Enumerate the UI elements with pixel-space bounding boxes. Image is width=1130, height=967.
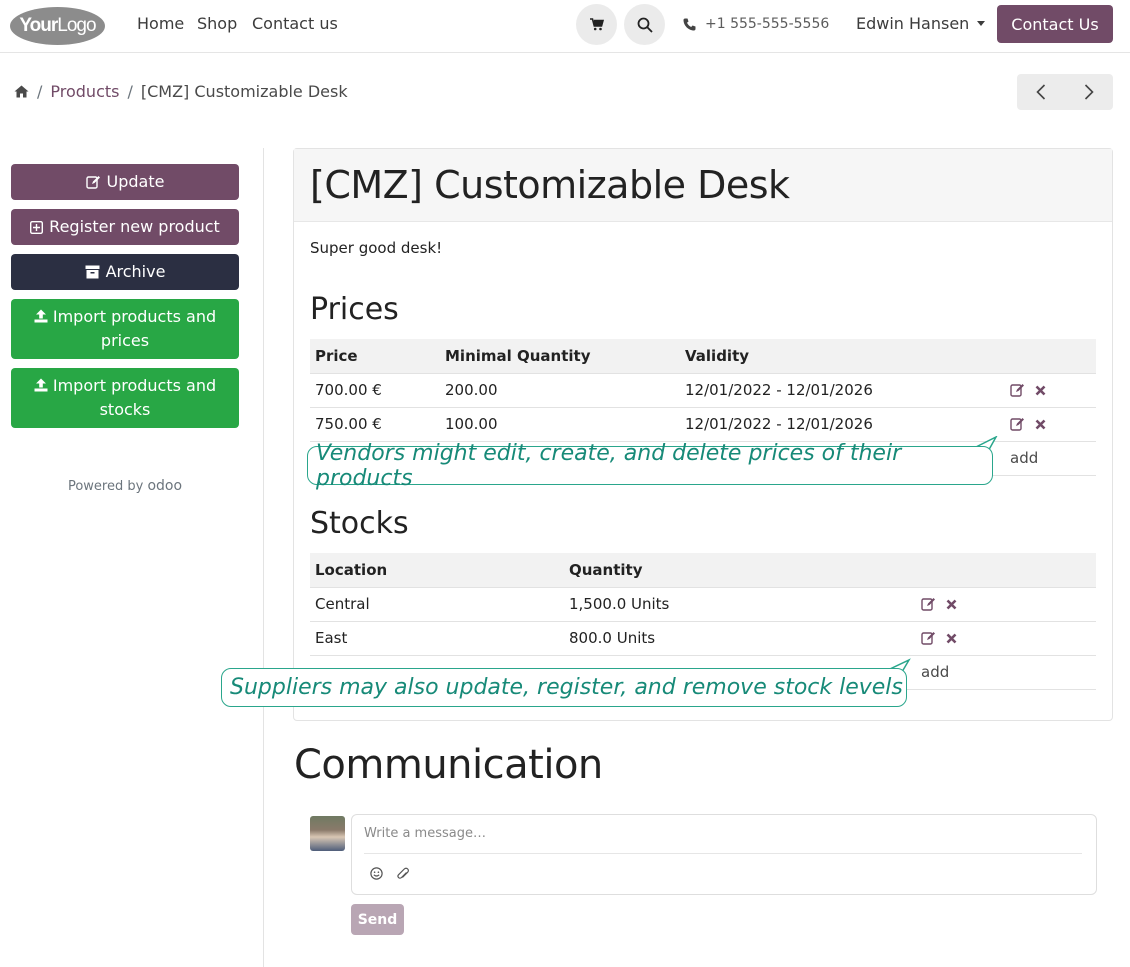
delete-icon[interactable] (1035, 385, 1046, 396)
table-header-row: Price Minimal Quantity Validity (310, 339, 1096, 373)
import-prices-button[interactable]: Import products and prices (11, 299, 239, 359)
table-row: Central 1,500.0 Units (310, 586, 1096, 621)
column-header: Location (310, 553, 564, 587)
import-stocks-label: Import products and stocks (52, 376, 217, 419)
emoji-icon[interactable] (370, 867, 383, 880)
validity-cell: 12/01/2022 - 12/01/2026 (680, 372, 1005, 407)
phone-icon (683, 18, 696, 30)
contact-us-button[interactable]: Contact Us (997, 5, 1113, 43)
row-actions (1005, 372, 1096, 407)
breadcrumb-current: [CMZ] Customizable Desk (140, 82, 348, 101)
product-card: [CMZ] Customizable Desk Super good desk!… (293, 148, 1113, 721)
user-menu[interactable]: Edwin Hansen (856, 14, 986, 33)
next-button[interactable] (1065, 74, 1113, 110)
prices-annotation: Vendors might edit, create, and delete p… (307, 441, 993, 491)
add-price-link[interactable]: add (1010, 449, 1038, 467)
edit-icon[interactable] (921, 597, 936, 611)
odoo-link[interactable]: odoo (147, 478, 182, 494)
row-actions (1005, 406, 1096, 441)
powered-by: Powered by odoo (67, 478, 183, 494)
message-input[interactable]: Write a message… (364, 826, 486, 841)
nav-home[interactable]: Home (137, 14, 184, 33)
upload-icon (34, 309, 48, 323)
row-actions (916, 620, 1096, 655)
phone-link[interactable]: +1 555-555-5556 (683, 16, 829, 32)
stocks-heading: Stocks (310, 506, 409, 541)
column-header-actions (916, 553, 1096, 587)
archive-button[interactable]: Archive (11, 254, 239, 290)
edit-icon[interactable] (1010, 417, 1025, 431)
user-name: Edwin Hansen (856, 14, 970, 33)
cart-icon (589, 18, 604, 31)
phone-number: +1 555-555-5556 (705, 16, 830, 32)
paperclip-icon[interactable] (397, 867, 410, 881)
column-header: Minimal Quantity (440, 339, 680, 373)
product-title: [CMZ] Customizable Desk (310, 163, 790, 207)
message-composer[interactable]: Write a message… (351, 814, 1097, 895)
update-button[interactable]: Update (11, 164, 239, 200)
quantity-cell: 200.00 (440, 372, 680, 407)
nav-shop[interactable]: Shop (197, 14, 237, 33)
table-header-row: Location Quantity (310, 553, 1096, 587)
record-pager (1017, 74, 1113, 110)
row-actions (916, 586, 1096, 621)
upload-icon (34, 378, 48, 392)
card-header: [CMZ] Customizable Desk (294, 149, 1112, 222)
previous-button[interactable] (1017, 74, 1065, 110)
column-header-actions (1005, 339, 1096, 373)
prices-heading: Prices (310, 292, 399, 327)
sidebar-divider (263, 148, 264, 967)
column-header: Price (310, 339, 440, 373)
import-prices-label-wrap: Import products and prices (31, 305, 219, 353)
location-cell: Central (310, 586, 564, 621)
location-cell: East (310, 620, 564, 655)
column-header: Quantity (564, 553, 916, 587)
edit-icon[interactable] (921, 631, 936, 645)
import-stocks-label-wrap: Import products and stocks (31, 374, 219, 422)
breadcrumb-products[interactable]: Products (50, 82, 119, 101)
archive-icon (85, 265, 100, 279)
edit-icon[interactable] (1010, 383, 1025, 397)
validity-cell: 12/01/2022 - 12/01/2026 (680, 406, 1005, 441)
breadcrumb-separator: / (127, 82, 133, 101)
delete-icon[interactable] (946, 599, 957, 610)
product-description: Super good desk! (310, 239, 443, 257)
stocks-annotation: Suppliers may also update, register, and… (221, 668, 907, 707)
quantity-cell: 100.00 (440, 406, 680, 441)
register-product-button[interactable]: Register new product (11, 209, 239, 245)
composer-toolbar (370, 867, 410, 881)
quantity-cell: 1,500.0 Units (564, 586, 916, 621)
breadcrumb: / Products / [CMZ] Customizable Desk (14, 82, 348, 101)
cart-button[interactable] (576, 4, 617, 45)
plus-square-icon (30, 220, 44, 234)
table-row: 700.00 € 200.00 12/01/2022 - 12/01/2026 (310, 372, 1096, 407)
search-icon (637, 17, 653, 33)
nav-contact[interactable]: Contact us (252, 14, 338, 33)
search-button[interactable] (624, 4, 665, 45)
top-navbar: Your Logo Home Shop Contact us +1 555-555… (0, 0, 1130, 53)
add-stock-link[interactable]: add (921, 663, 949, 681)
company-logo[interactable]: Your Logo (10, 7, 105, 45)
import-stocks-button[interactable]: Import products and stocks (11, 368, 239, 428)
divider (364, 853, 1082, 854)
import-prices-label: Import products and prices (52, 307, 217, 350)
delete-icon[interactable] (946, 633, 957, 644)
chevron-left-icon (1036, 84, 1046, 100)
communication-heading: Communication (294, 742, 603, 788)
price-cell: 700.00 € (310, 372, 440, 407)
avatar (310, 816, 345, 851)
chevron-right-icon (1084, 84, 1094, 100)
quantity-cell: 800.0 Units (564, 620, 916, 655)
edit-icon (85, 176, 100, 189)
caret-down-icon (977, 21, 986, 26)
breadcrumb-separator: / (37, 82, 43, 101)
home-icon[interactable] (14, 85, 29, 98)
table-row: East 800.0 Units (310, 620, 1096, 655)
column-header: Validity (680, 339, 1005, 373)
send-button[interactable]: Send (351, 904, 404, 935)
price-cell: 750.00 € (310, 406, 440, 441)
delete-icon[interactable] (1035, 419, 1046, 430)
